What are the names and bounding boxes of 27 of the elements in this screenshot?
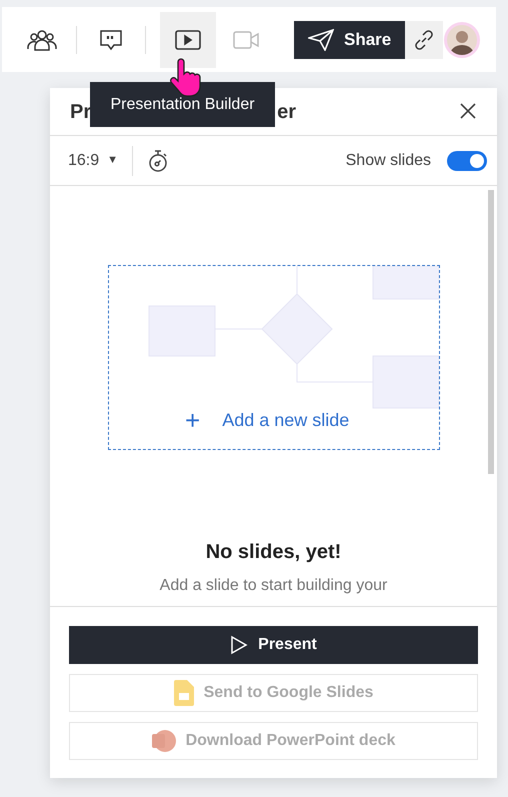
play-outline-icon xyxy=(230,635,248,655)
show-slides-label: Show slides xyxy=(346,150,431,170)
panel-title: Pr xyxy=(70,100,92,124)
empty-state-title: No slides, yet! xyxy=(204,540,342,565)
people-icon xyxy=(27,28,57,50)
scrollbar[interactable] xyxy=(488,190,494,474)
send-icon xyxy=(308,28,334,50)
tooltip: Presentation Builder xyxy=(90,82,275,127)
quote-bubble-icon xyxy=(99,28,123,52)
panel-title: er xyxy=(277,100,296,124)
share-button[interactable]: Share xyxy=(294,20,406,58)
aspect-ratio-dropdown[interactable]: 16:9 ▼ xyxy=(68,148,118,172)
hand-cursor-icon xyxy=(168,58,202,98)
timer-icon[interactable] xyxy=(147,148,170,172)
link-icon xyxy=(413,28,436,50)
video-camera-icon xyxy=(233,30,259,48)
avatar[interactable] xyxy=(444,22,480,58)
link-button[interactable] xyxy=(405,20,444,58)
empty-state-text: Add a slide to start building your xyxy=(158,576,388,596)
play-icon xyxy=(175,30,201,50)
present-button[interactable]: Present xyxy=(69,626,478,664)
add-slide-area[interactable]: + Add a new slide xyxy=(108,265,440,450)
presentation-app-icon xyxy=(152,729,176,753)
toolbar-button[interactable] xyxy=(160,12,216,68)
slides-file-icon xyxy=(174,680,194,706)
add-slide-button[interactable]: + Add a new slide xyxy=(179,400,356,441)
show-slides-toggle[interactable] xyxy=(447,150,487,170)
